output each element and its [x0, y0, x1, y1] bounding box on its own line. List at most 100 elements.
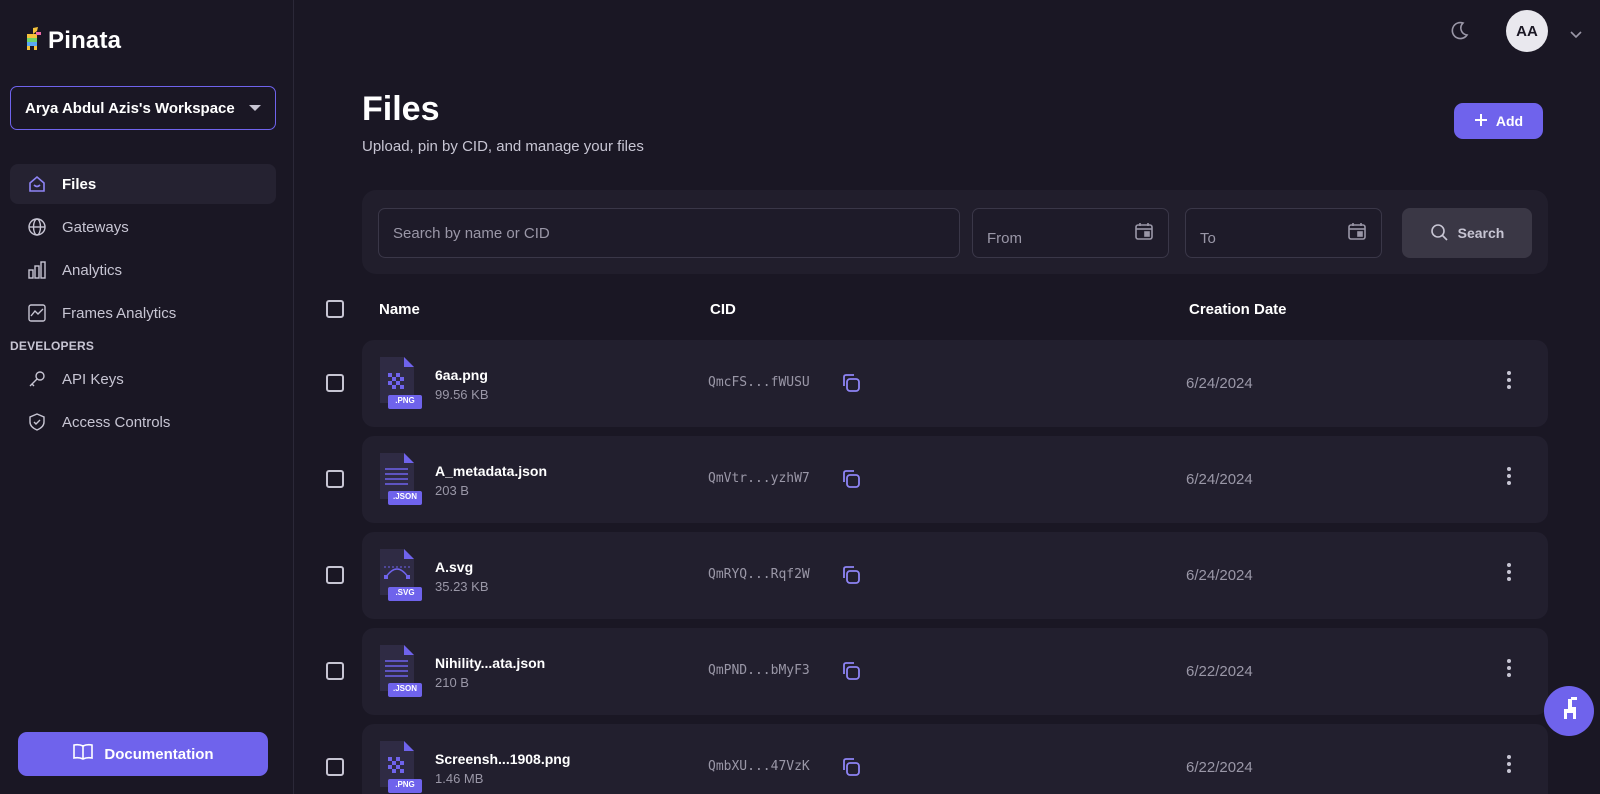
row-checkbox[interactable]	[326, 374, 344, 392]
file-cid: QmcFS...fWUSU	[708, 375, 810, 390]
to-date-field[interactable]: To	[1185, 208, 1382, 258]
key-icon	[26, 368, 48, 390]
file-type-badge: .JSON	[392, 684, 417, 693]
pinata-logo[interactable]: Pinata	[24, 26, 121, 55]
file-name[interactable]: Screensh...1908.png	[435, 751, 570, 767]
svg-file-icon: .SVG	[378, 549, 422, 601]
to-placeholder: To	[1200, 229, 1216, 247]
add-button[interactable]: Add	[1454, 103, 1543, 139]
from-placeholder: From	[987, 229, 1022, 247]
file-name[interactable]: 6aa.png	[435, 367, 488, 383]
search-icon	[1430, 223, 1448, 244]
table-row[interactable]: .SVG A.svg 35.23 KB QmRYQ...Rqf2W 6/24/2…	[326, 532, 1548, 619]
copy-icon[interactable]	[840, 468, 862, 495]
page-title: Files	[362, 90, 440, 128]
search-input[interactable]: Search by name or CID	[378, 208, 960, 258]
file-cid: QmRYQ...Rqf2W	[708, 567, 810, 582]
sidebar-item-access-controls[interactable]: Access Controls	[10, 402, 276, 442]
search-button[interactable]: Search	[1402, 208, 1532, 258]
pinata-mascot-icon	[1558, 696, 1580, 726]
avatar[interactable]: AA	[1506, 10, 1548, 52]
column-header-date[interactable]: Creation Date	[1189, 301, 1287, 318]
pinata-logo-icon	[24, 26, 42, 55]
caret-down-icon	[249, 105, 261, 111]
home-icon	[26, 173, 48, 195]
file-name[interactable]: A.svg	[435, 559, 473, 575]
more-options-icon[interactable]	[1506, 466, 1512, 491]
copy-icon[interactable]	[840, 372, 862, 399]
file-cid: QmPND...bMyF3	[708, 663, 810, 678]
workspace-selector[interactable]: Arya Abdul Azis's Workspace	[10, 86, 276, 130]
copy-icon[interactable]	[840, 564, 862, 591]
help-chat-button[interactable]	[1544, 686, 1594, 736]
row-checkbox[interactable]	[326, 662, 344, 680]
more-options-icon[interactable]	[1506, 754, 1512, 779]
more-options-icon[interactable]	[1506, 370, 1512, 395]
row-card[interactable]: .PNG 6aa.png 99.56 KB QmcFS...fWUSU 6/24…	[362, 340, 1548, 427]
file-cid: QmbXU...47VzK	[708, 759, 810, 774]
sidebar-item-files[interactable]: Files	[10, 164, 276, 204]
search-placeholder: Search by name or CID	[393, 224, 550, 242]
png-file-icon: .PNG	[378, 357, 422, 409]
file-cid: QmVtr...yzhW7	[708, 471, 810, 486]
row-checkbox[interactable]	[326, 470, 344, 488]
documentation-button[interactable]: Documentation	[18, 732, 268, 776]
select-all-checkbox[interactable]	[326, 300, 344, 318]
calendar-icon[interactable]	[1347, 221, 1367, 245]
calendar-icon[interactable]	[1134, 221, 1154, 245]
line-chart-icon	[26, 302, 48, 324]
copy-icon[interactable]	[840, 756, 862, 783]
copy-icon[interactable]	[840, 660, 862, 687]
page-subtitle: Upload, pin by CID, and manage your file…	[362, 138, 644, 155]
documentation-label: Documentation	[104, 745, 214, 763]
sidebar-item-analytics[interactable]: Analytics	[10, 250, 276, 290]
chevron-down-icon[interactable]	[1570, 26, 1582, 44]
search-button-label: Search	[1457, 225, 1505, 241]
creation-date: 6/22/2024	[1186, 759, 1253, 776]
table-header: Name CID Creation Date	[326, 298, 1548, 322]
file-size: 203 B	[435, 483, 469, 498]
sidebar-item-label: Gateways	[62, 218, 129, 236]
creation-date: 6/22/2024	[1186, 663, 1253, 680]
file-type-badge: .PNG	[395, 396, 415, 405]
book-icon	[72, 743, 94, 765]
more-options-icon[interactable]	[1506, 658, 1512, 683]
shield-icon	[26, 411, 48, 433]
file-type-badge: .PNG	[395, 780, 415, 789]
developers-heading: DEVELOPERS	[10, 339, 95, 353]
file-name[interactable]: Nihility...ata.json	[435, 655, 545, 671]
row-card[interactable]: .SVG A.svg 35.23 KB QmRYQ...Rqf2W 6/24/2…	[362, 532, 1548, 619]
row-checkbox[interactable]	[326, 566, 344, 584]
column-header-name[interactable]: Name	[379, 301, 420, 318]
row-checkbox[interactable]	[326, 758, 344, 776]
sidebar-item-frames-analytics[interactable]: Frames Analytics	[10, 293, 276, 333]
sidebar-item-label: Access Controls	[62, 413, 171, 431]
file-name[interactable]: A_metadata.json	[435, 463, 547, 479]
sidebar-nav: Files Gateways Analytics Frames Analytic…	[10, 164, 276, 445]
more-options-icon[interactable]	[1506, 562, 1512, 587]
table-row[interactable]: .JSON Nihility...ata.json 210 B QmPND...…	[326, 628, 1548, 715]
file-size: 35.23 KB	[435, 579, 489, 594]
sidebar-item-api-keys[interactable]: API Keys	[10, 359, 276, 399]
from-date-field[interactable]: From	[972, 208, 1169, 258]
table-row[interactable]: .JSON A_metadata.json 203 B QmVtr...yzhW…	[326, 436, 1548, 523]
file-type-badge: .JSON	[392, 492, 417, 501]
column-header-cid: CID	[710, 301, 736, 318]
row-card[interactable]: .JSON Nihility...ata.json 210 B QmPND...…	[362, 628, 1548, 715]
sidebar: Pinata Arya Abdul Azis's Workspace Files…	[0, 0, 294, 794]
sidebar-item-gateways[interactable]: Gateways	[10, 207, 276, 247]
table-row[interactable]: .PNG 6aa.png 99.56 KB QmcFS...fWUSU 6/24…	[326, 340, 1548, 427]
json-file-icon: .JSON	[378, 645, 422, 697]
row-card[interactable]: .JSON A_metadata.json 203 B QmVtr...yzhW…	[362, 436, 1548, 523]
workspace-name: Arya Abdul Azis's Workspace	[25, 99, 235, 117]
dark-mode-toggle[interactable]	[1448, 20, 1470, 47]
row-card[interactable]: .PNG Screensh...1908.png 1.46 MB QmbXU..…	[362, 724, 1548, 794]
table-row[interactable]: .PNG Screensh...1908.png 1.46 MB QmbXU..…	[326, 724, 1548, 794]
json-file-icon: .JSON	[378, 453, 422, 505]
file-size: 99.56 KB	[435, 387, 489, 402]
globe-icon	[26, 216, 48, 238]
filter-panel: Search by name or CID From To Search	[362, 190, 1548, 274]
sidebar-item-label: Analytics	[62, 261, 123, 279]
moon-icon	[1448, 21, 1470, 46]
file-size: 210 B	[435, 675, 469, 690]
